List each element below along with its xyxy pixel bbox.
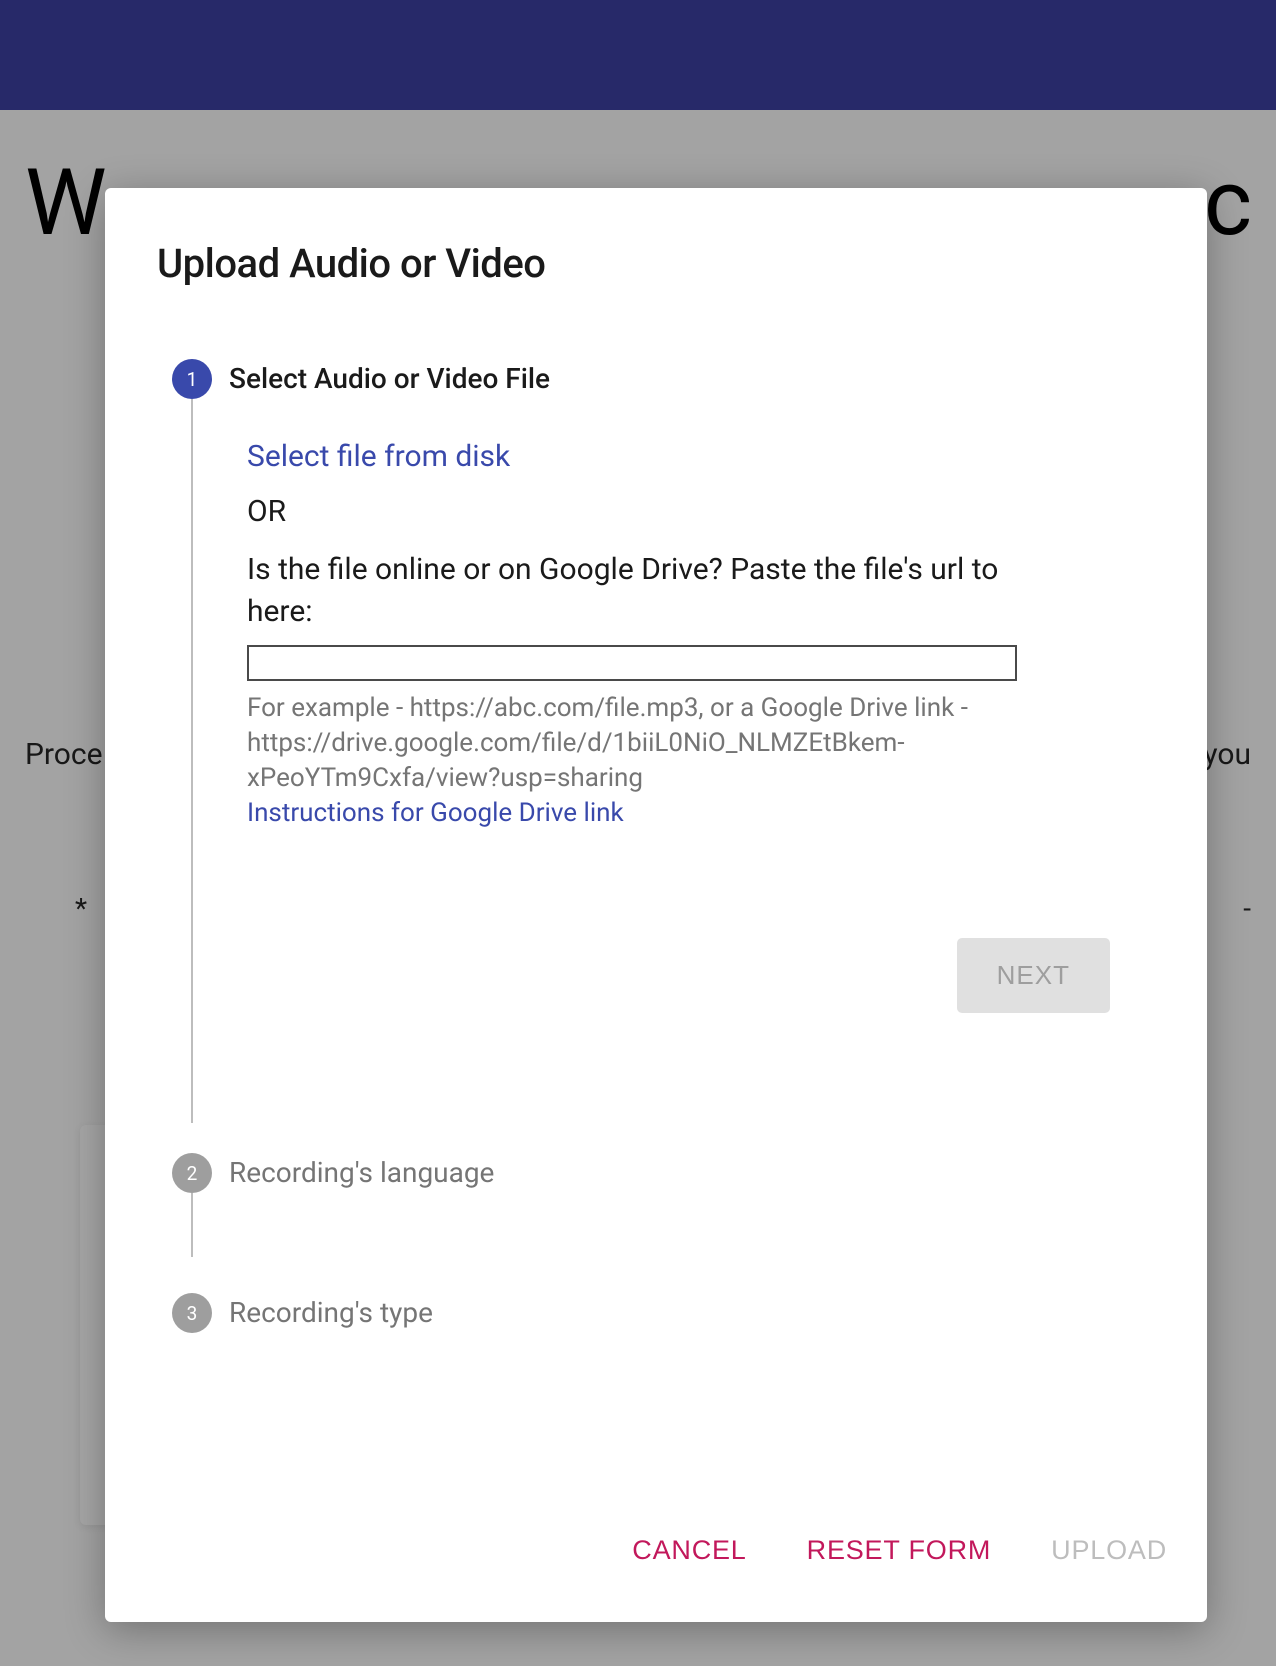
select-file-link[interactable]: Select file from disk — [247, 439, 510, 474]
step-1-circle: 1 — [172, 359, 212, 399]
step-3-circle: 3 — [172, 1293, 212, 1333]
step-2-circle: 2 — [172, 1153, 212, 1193]
drive-instructions-link[interactable]: Instructions for Google Drive link — [247, 798, 624, 828]
url-input[interactable] — [247, 645, 1017, 681]
step-3-label: Recording's type — [229, 1293, 1155, 1333]
step-connector — [191, 399, 193, 1123]
next-button-row: NEXT — [247, 938, 1155, 1013]
step-1-label: Select Audio or Video File — [229, 359, 1155, 399]
or-text: OR — [247, 494, 1155, 529]
next-button[interactable]: NEXT — [957, 938, 1110, 1013]
step-3: 3 Recording's type — [157, 1293, 1155, 1333]
step-2-label: Recording's language — [229, 1153, 1155, 1193]
step-1: 1 Select Audio or Video File Select file… — [157, 359, 1155, 1083]
cancel-button[interactable]: CANCEL — [628, 1527, 750, 1574]
step-connector — [191, 1193, 193, 1257]
top-nav-bar — [0, 0, 1276, 110]
paste-url-label: Is the file online or on Google Drive? P… — [247, 549, 1007, 633]
dialog-title: Upload Audio or Video — [105, 188, 1207, 287]
reset-form-button[interactable]: RESET FORM — [803, 1527, 996, 1574]
step-1-number: 1 — [187, 368, 198, 391]
step-1-content: Select file from disk OR Is the file onl… — [229, 399, 1155, 1083]
stepper: 1 Select Audio or Video File Select file… — [157, 359, 1155, 1333]
dialog-body: 1 Select Audio or Video File Select file… — [105, 287, 1207, 1527]
step-2: 2 Recording's language — [157, 1153, 1155, 1193]
dialog-actions: CANCEL RESET FORM UPLOAD — [105, 1527, 1207, 1622]
example-text: For example - https://abc.com/file.mp3, … — [247, 691, 1017, 796]
upload-dialog: Upload Audio or Video 1 Select Audio or … — [105, 188, 1207, 1622]
step-2-number: 2 — [187, 1162, 198, 1185]
upload-button[interactable]: UPLOAD — [1047, 1527, 1171, 1574]
step-3-number: 3 — [187, 1302, 198, 1325]
